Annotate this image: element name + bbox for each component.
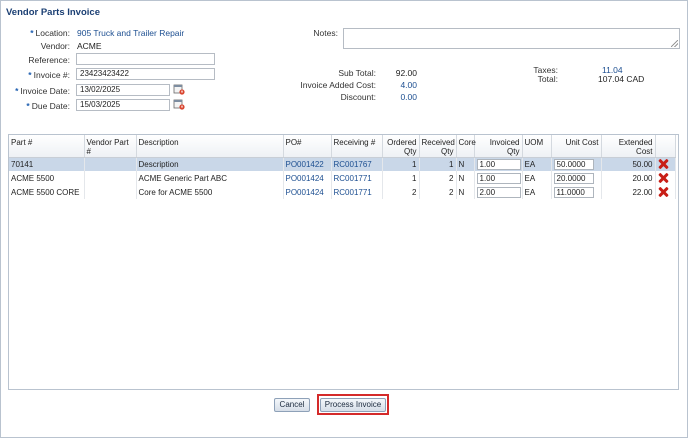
total-value: 107.04 CAD	[598, 74, 645, 84]
unit-cost-input[interactable]: 50.0000	[553, 158, 594, 170]
delete-icon[interactable]	[658, 173, 668, 183]
due-date-label: * Due Date:	[26, 101, 70, 111]
po-link[interactable]: PO001422	[283, 157, 332, 171]
vendor-label: Vendor:	[40, 41, 70, 51]
invoice-number-label: * Invoice #:	[28, 70, 70, 80]
cell-uom: EA	[522, 185, 552, 199]
column-header-description[interactable]: Description	[136, 135, 284, 158]
column-header-vendor-part[interactable]: Vendor Part #	[84, 135, 137, 158]
cell-extended-cost: 20.00	[601, 171, 656, 185]
unit-cost-input[interactable]: 11.0000	[553, 186, 594, 198]
cell-ordered-qty: 2	[382, 185, 420, 199]
receiving-link[interactable]: RC001771	[331, 185, 383, 199]
calendar-icon[interactable]	[173, 98, 185, 110]
vendor-parts-invoice-window: Vendor Parts Invoice * Location: 905 Truc…	[0, 0, 688, 438]
column-header-received-qty[interactable]: Received Qty	[419, 135, 457, 158]
location-label: * Location:	[30, 28, 70, 38]
invoice-lines-table: Part # Vendor Part # Description PO# Rec…	[9, 135, 676, 199]
cell-extended-cost: 22.00	[601, 185, 656, 199]
notes-label: Notes:	[313, 28, 338, 38]
cell-delete	[655, 157, 676, 171]
discount-label: Discount:	[340, 92, 376, 102]
cell-ordered-qty: 1	[382, 157, 420, 171]
cell-invoiced-qty: 1.00	[474, 157, 523, 171]
subtotal-value: 92.00	[395, 68, 417, 78]
cell-description: Core for ACME 5500	[136, 185, 284, 199]
column-header-core[interactable]: Core	[456, 135, 476, 158]
cell-core: N	[456, 185, 475, 199]
cell-core: N	[456, 157, 475, 171]
column-header-receiving[interactable]: Receiving #	[331, 135, 383, 158]
column-header-ordered-qty[interactable]: Ordered Qty	[382, 135, 420, 158]
cell-unit-cost: 50.0000	[551, 157, 602, 171]
cell-invoiced-qty: 2.00	[474, 185, 523, 199]
column-header-po[interactable]: PO#	[283, 135, 332, 158]
cancel-button[interactable]: Cancel	[274, 398, 310, 412]
calendar-icon[interactable]	[173, 83, 185, 95]
invoiced-qty-input[interactable]: 2.00	[476, 186, 521, 198]
cell-unit-cost: 20.0000	[551, 171, 602, 185]
invoice-date-label: * Invoice Date:	[15, 86, 70, 96]
column-header-uom[interactable]: UOM	[522, 135, 552, 158]
location-link[interactable]: 905 Truck and Trailer Repair	[77, 28, 184, 38]
column-header-unit-cost[interactable]: Unit Cost	[551, 135, 602, 158]
resize-handle-icon[interactable]	[671, 40, 678, 47]
cell-part: ACME 5500 CORE	[9, 185, 85, 199]
cell-part: 70141	[9, 157, 85, 171]
invoiced-qty-input[interactable]: 1.00	[476, 172, 521, 184]
due-date-input[interactable]: 15/03/2025	[76, 99, 170, 111]
cell-received-qty: 2	[419, 171, 457, 185]
cell-core: N	[456, 171, 475, 185]
column-header-actions	[655, 135, 676, 158]
added-cost-label: Invoice Added Cost:	[300, 80, 376, 90]
highlight-box	[317, 394, 389, 415]
vendor-value: ACME	[77, 41, 102, 51]
added-cost-link[interactable]: 4.00	[400, 80, 417, 90]
cell-invoiced-qty: 1.00	[474, 171, 523, 185]
po-link[interactable]: PO001424	[283, 185, 332, 199]
cell-received-qty: 1	[419, 157, 457, 171]
column-header-part[interactable]: Part #	[9, 135, 85, 158]
column-header-extended-cost[interactable]: Extended Cost	[601, 135, 656, 158]
reference-input[interactable]	[76, 53, 215, 65]
page-title: Vendor Parts Invoice	[6, 7, 100, 18]
table-row[interactable]: 70141 Description PO001422 RC001767 1 1 …	[9, 157, 676, 171]
cell-part: ACME 5500	[9, 171, 85, 185]
cell-unit-cost: 11.0000	[551, 185, 602, 199]
cell-delete	[655, 171, 676, 185]
total-label: Total:	[537, 74, 558, 84]
cell-vendor-part	[84, 157, 137, 171]
invoiced-qty-input[interactable]: 1.00	[476, 158, 521, 170]
delete-icon[interactable]	[658, 159, 668, 169]
po-link[interactable]: PO001424	[283, 171, 332, 185]
invoice-lines-grid: Part # Vendor Part # Description PO# Rec…	[8, 134, 679, 390]
receiving-link[interactable]: RC001771	[331, 171, 383, 185]
discount-link[interactable]: 0.00	[400, 92, 417, 102]
receiving-link[interactable]: RC001767	[331, 157, 383, 171]
cell-description: Description	[136, 157, 284, 171]
unit-cost-input[interactable]: 20.0000	[553, 172, 594, 184]
cell-received-qty: 2	[419, 185, 457, 199]
subtotal-label: Sub Total:	[338, 68, 376, 78]
cell-uom: EA	[522, 171, 552, 185]
cell-vendor-part	[84, 171, 137, 185]
cell-vendor-part	[84, 185, 137, 199]
notes-textarea[interactable]	[343, 28, 680, 49]
grid-header-row: Part # Vendor Part # Description PO# Rec…	[9, 135, 676, 158]
cell-ordered-qty: 1	[382, 171, 420, 185]
invoice-date-input[interactable]: 13/02/2025	[76, 84, 170, 96]
cell-extended-cost: 50.00	[601, 157, 656, 171]
table-row[interactable]: ACME 5500 CORE Core for ACME 5500 PO0014…	[9, 185, 676, 199]
column-header-invoiced-qty[interactable]: Invoiced Qty	[474, 135, 523, 158]
cell-uom: EA	[522, 157, 552, 171]
reference-label: Reference:	[28, 55, 70, 65]
table-row[interactable]: ACME 5500 ACME Generic Part ABC PO001424…	[9, 171, 676, 185]
cell-delete	[655, 185, 676, 199]
invoice-number-input[interactable]: 23423423422	[76, 68, 215, 80]
delete-icon[interactable]	[658, 187, 668, 197]
cell-description: ACME Generic Part ABC	[136, 171, 284, 185]
